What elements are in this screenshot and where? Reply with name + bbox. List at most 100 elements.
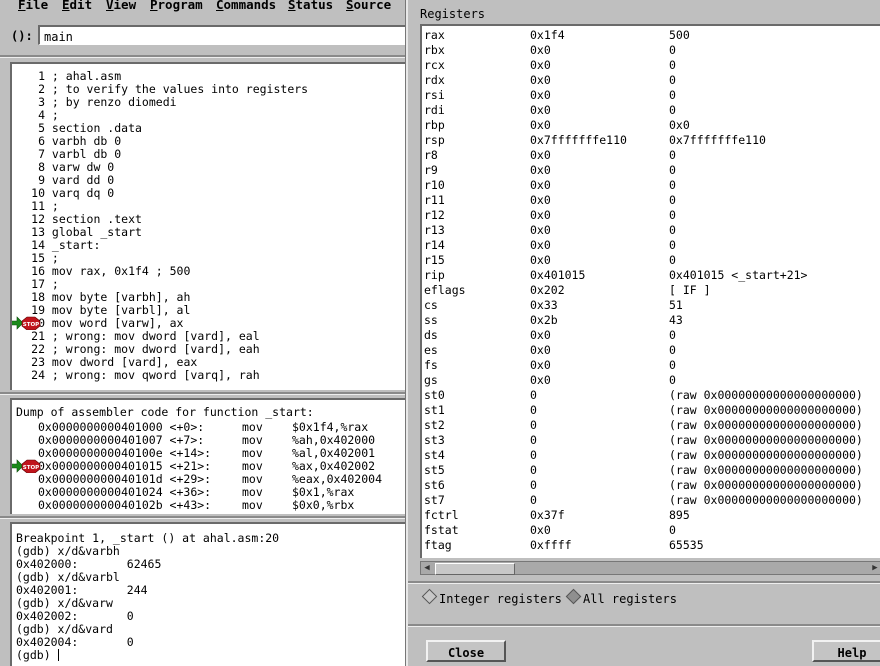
source-text: vard dd 0 bbox=[45, 173, 115, 187]
register-row[interactable]: rip 0x401015 0x401015 <_start+21> bbox=[424, 268, 880, 283]
source-text: ; bbox=[45, 251, 59, 265]
registers-dialog: Registers rax 0x1f4 500 rbx 0x0 0 rcx 0x0 0 rdx 0x… bbox=[406, 0, 880, 666]
register-row[interactable]: rdx 0x0 0 bbox=[424, 73, 880, 88]
gdb-console[interactable]: Breakpoint 1, _start () at ahal.asm:20 (g… bbox=[10, 522, 410, 666]
register-row[interactable]: st2 0 (raw 0x00000000000000000000) bbox=[424, 418, 880, 433]
register-row[interactable]: st6 0 (raw 0x00000000000000000000) bbox=[424, 478, 880, 493]
breakpoint-stop-icon[interactable]: STOP bbox=[12, 459, 45, 474]
register-name: ftag bbox=[424, 538, 452, 552]
source-text: mov dword [vard], eax bbox=[45, 355, 198, 369]
register-hex-value: 0 bbox=[530, 478, 537, 492]
breakpoint-stop-icon[interactable]: STOP bbox=[12, 316, 45, 331]
source-line[interactable]: 24 ; wrong: mov qword [varq], rah bbox=[12, 369, 260, 382]
console-line: (gdb) bbox=[16, 648, 58, 662]
register-row[interactable]: fctrl 0x37f 895 bbox=[424, 508, 880, 523]
register-row[interactable]: r12 0x0 0 bbox=[424, 208, 880, 223]
register-name: gs bbox=[424, 373, 438, 387]
register-hex-value: 0x0 bbox=[530, 208, 551, 222]
menu-view[interactable]: View bbox=[106, 0, 136, 12]
register-hex-value: 0x0 bbox=[530, 73, 551, 87]
menu-status[interactable]: Status bbox=[288, 0, 333, 12]
horizontal-scrollbar[interactable]: ◀ ▶ bbox=[420, 561, 880, 575]
register-row[interactable]: rbx 0x0 0 bbox=[424, 43, 880, 58]
register-row[interactable]: st7 0 (raw 0x00000000000000000000) bbox=[424, 493, 880, 508]
register-natural-value: 0 bbox=[669, 148, 676, 162]
register-row[interactable]: rbp 0x0 0x0 bbox=[424, 118, 880, 133]
register-row[interactable]: fstat 0x0 0 bbox=[424, 523, 880, 538]
menu-file[interactable]: File bbox=[18, 0, 48, 12]
register-natural-value: 0 bbox=[669, 253, 676, 267]
register-row[interactable]: st3 0 (raw 0x00000000000000000000) bbox=[424, 433, 880, 448]
register-row[interactable]: st1 0 (raw 0x00000000000000000000) bbox=[424, 403, 880, 418]
source-text: global _start bbox=[45, 225, 142, 239]
register-name: st7 bbox=[424, 493, 445, 507]
register-row[interactable]: eflags 0x202 [ IF ] bbox=[424, 283, 880, 298]
register-name: st6 bbox=[424, 478, 445, 492]
register-natural-value: 0 bbox=[669, 178, 676, 192]
register-row[interactable]: r13 0x0 0 bbox=[424, 223, 880, 238]
register-name: st1 bbox=[424, 403, 445, 417]
register-hex-value: 0x0 bbox=[530, 373, 551, 387]
help-button[interactable]: Help bbox=[812, 640, 880, 662]
argument-input[interactable]: main bbox=[38, 25, 410, 45]
menu-source[interactable]: Source bbox=[346, 0, 391, 12]
source-window[interactable]: 1 ; ahal.asm 2 ; to verify the values int… bbox=[10, 62, 410, 390]
menu-commands[interactable]: Commands bbox=[216, 0, 276, 12]
source-line[interactable]: 3 ; by renzo diomedi bbox=[12, 96, 177, 109]
register-name: st2 bbox=[424, 418, 445, 432]
register-row[interactable]: r14 0x0 0 bbox=[424, 238, 880, 253]
registers-title: Registers bbox=[420, 7, 486, 21]
register-row[interactable]: st5 0 (raw 0x00000000000000000000) bbox=[424, 463, 880, 478]
register-row[interactable]: rdi 0x0 0 bbox=[424, 103, 880, 118]
scrollbar-thumb[interactable] bbox=[435, 563, 515, 575]
scroll-left-icon[interactable]: ◀ bbox=[421, 562, 433, 574]
register-row[interactable]: es 0x0 0 bbox=[424, 343, 880, 358]
scroll-right-icon[interactable]: ▶ bbox=[869, 562, 880, 574]
register-row[interactable]: ftag 0xffff 65535 bbox=[424, 538, 880, 553]
register-row[interactable]: cs 0x33 51 bbox=[424, 298, 880, 313]
register-row[interactable]: r9 0x0 0 bbox=[424, 163, 880, 178]
register-name: eflags bbox=[424, 283, 466, 297]
register-name: rdx bbox=[424, 73, 445, 87]
source-line[interactable]: 10 varq dq 0 bbox=[12, 187, 114, 200]
register-hex-value: 0x0 bbox=[530, 43, 551, 57]
menu-program[interactable]: Program bbox=[150, 0, 203, 12]
asm-address: 0x000000000040102b <+43>: bbox=[38, 498, 212, 512]
register-hex-value: 0x0 bbox=[530, 178, 551, 192]
register-hex-value: 0x0 bbox=[530, 58, 551, 72]
source-text: section .data bbox=[45, 121, 142, 135]
register-name: ds bbox=[424, 328, 438, 342]
register-row[interactable]: r10 0x0 0 bbox=[424, 178, 880, 193]
register-row[interactable]: rcx 0x0 0 bbox=[424, 58, 880, 73]
argument-bar: (): main bbox=[0, 22, 410, 50]
register-row[interactable]: rax 0x1f4 500 bbox=[424, 28, 880, 43]
register-row[interactable]: rsp 0x7fffffffe110 0x7fffffffe110 bbox=[424, 133, 880, 148]
integer-registers-radio[interactable]: Integer registers bbox=[421, 588, 562, 606]
source-text: ; bbox=[45, 108, 59, 122]
close-button[interactable]: Close bbox=[426, 640, 506, 662]
register-natural-value: 0x0 bbox=[669, 118, 690, 132]
ddd-main-window: File Edit View Program Commands Status S… bbox=[0, 0, 410, 666]
register-row[interactable]: rsi 0x0 0 bbox=[424, 88, 880, 103]
source-text: _start: bbox=[45, 238, 101, 252]
register-row[interactable]: ss 0x2b 43 bbox=[424, 313, 880, 328]
register-row[interactable]: r8 0x0 0 bbox=[424, 148, 880, 163]
register-row[interactable]: ds 0x0 0 bbox=[424, 328, 880, 343]
register-row[interactable]: r15 0x0 0 bbox=[424, 253, 880, 268]
registers-list[interactable]: rax 0x1f4 500 rbx 0x0 0 rcx 0x0 0 rdx 0x0 0 rsi 0x0 0 r… bbox=[420, 24, 880, 558]
menu-edit[interactable]: Edit bbox=[62, 0, 92, 12]
radio-diamond-icon bbox=[565, 588, 582, 605]
machine-code-window[interactable]: Dump of assembler code for function _sta… bbox=[10, 398, 410, 514]
register-row[interactable]: gs 0x0 0 bbox=[424, 373, 880, 388]
register-natural-value: 0 bbox=[669, 358, 676, 372]
register-row[interactable]: fs 0x0 0 bbox=[424, 358, 880, 373]
register-row[interactable]: st0 0 (raw 0x00000000000000000000) bbox=[424, 388, 880, 403]
integer-registers-label: Integer registers bbox=[439, 592, 562, 606]
all-registers-radio[interactable]: All registers bbox=[565, 588, 677, 606]
menu-bar: File Edit View Program Commands Status S… bbox=[0, 0, 410, 18]
register-row[interactable]: st4 0 (raw 0x00000000000000000000) bbox=[424, 448, 880, 463]
register-natural-value: 0 bbox=[669, 43, 676, 57]
register-hex-value: 0 bbox=[530, 388, 537, 402]
register-row[interactable]: r11 0x0 0 bbox=[424, 193, 880, 208]
register-natural-value: 0x401015 <_start+21> bbox=[669, 268, 808, 282]
